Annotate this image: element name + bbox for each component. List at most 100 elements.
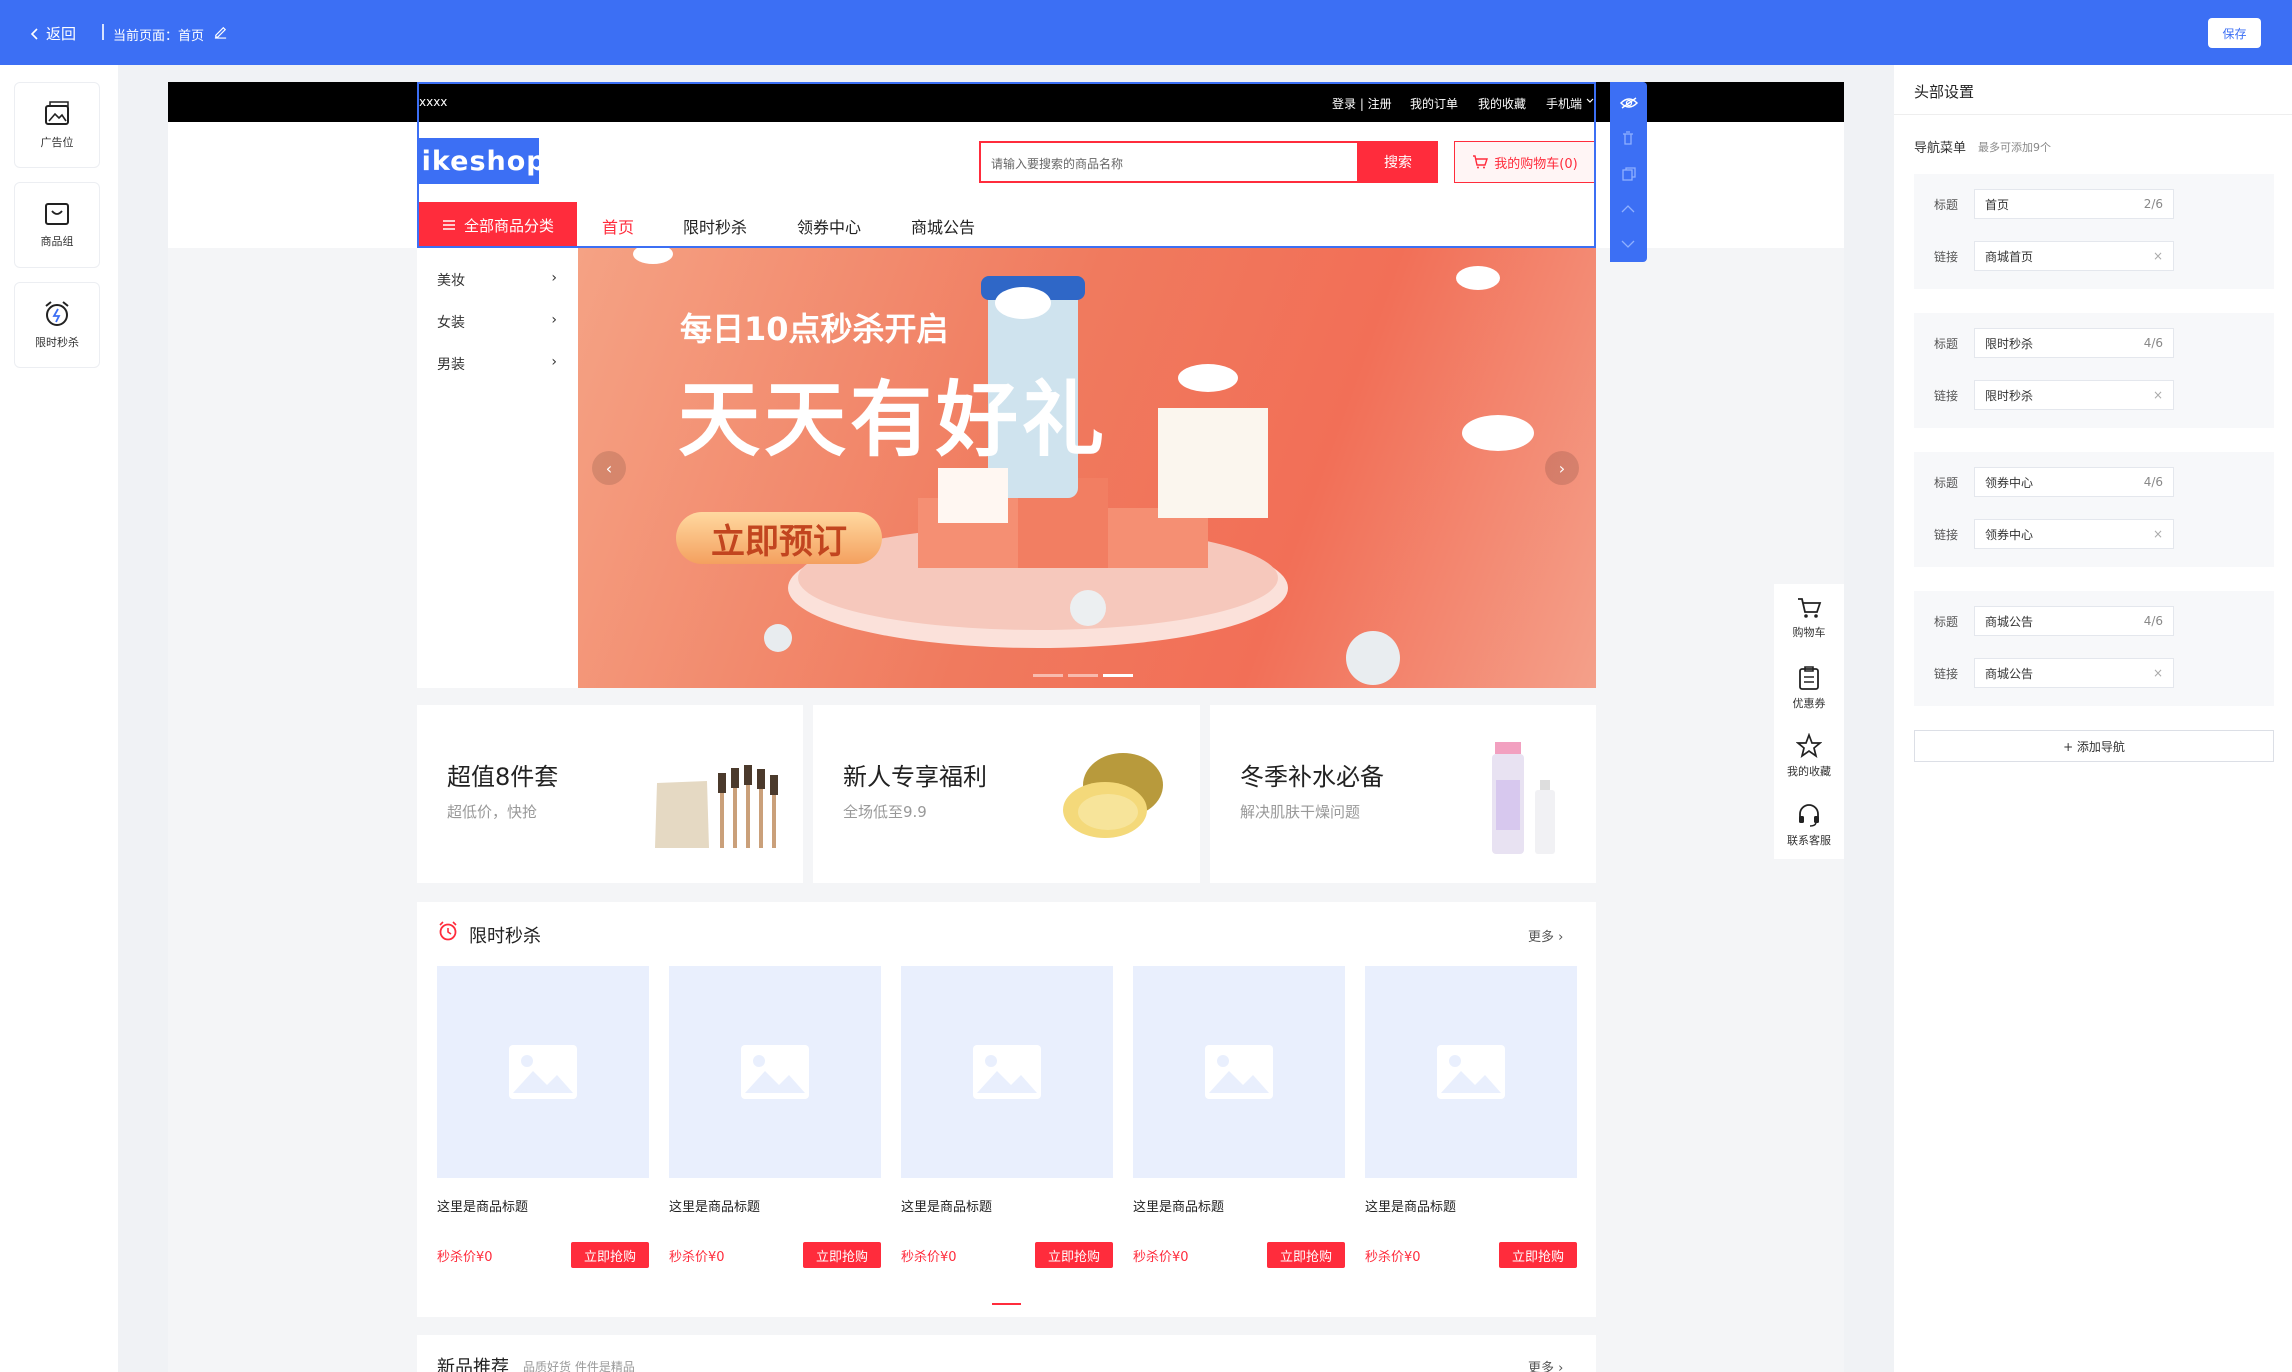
nav-title-input[interactable]: 领券中心 4/6 xyxy=(1974,467,2174,497)
chevron-right-icon: › xyxy=(551,270,557,286)
clear-icon[interactable]: × xyxy=(2153,249,2163,263)
char-count: 4/6 xyxy=(2143,614,2163,628)
widget-label: 广告位 xyxy=(40,136,74,149)
widget-flash-sale[interactable]: 限时秒杀 xyxy=(14,282,100,368)
new-products-subtitle: 品质好货 件件是精品 xyxy=(523,1360,635,1372)
nav-link-select[interactable]: 领券中心 × xyxy=(1974,519,2174,549)
edit-icon[interactable] xyxy=(213,24,228,39)
add-nav-button[interactable]: + 添加导航 xyxy=(1914,730,2274,762)
divider xyxy=(102,24,104,40)
flash-sale-title: 限时秒杀 xyxy=(469,926,541,947)
trash-icon[interactable] xyxy=(1621,130,1635,146)
product-card[interactable]: 这里是商品标题 秒杀价¥0 立即抢购 xyxy=(669,966,881,1268)
banner-dot[interactable] xyxy=(1033,674,1063,677)
promo-card[interactable]: 超值8件套 超低价，快抢 xyxy=(417,705,803,883)
move-up-icon[interactable] xyxy=(1621,204,1635,214)
buy-now-button[interactable]: 立即抢购 xyxy=(571,1242,649,1268)
promo-title: 冬季补水必备 xyxy=(1240,763,1384,791)
float-favorites[interactable]: 我的收藏 xyxy=(1774,733,1844,779)
chevron-right-icon: › xyxy=(551,312,557,328)
nav-menu-label: 导航菜单 xyxy=(1914,141,1967,156)
image-placeholder-icon xyxy=(1205,1045,1273,1099)
banner-dot[interactable] xyxy=(1068,674,1098,677)
widget-goods-group[interactable]: 商品组 xyxy=(14,182,100,268)
title-label: 标题 xyxy=(1934,476,1959,490)
banner-dot-active[interactable] xyxy=(1103,674,1133,677)
input-value: 限时秒杀 xyxy=(1985,388,2034,403)
nav-title-input[interactable]: 限时秒杀 4/6 xyxy=(1974,328,2174,358)
float-label: 优惠券 xyxy=(1792,697,1826,710)
nav-setting-group: 标题 限时秒杀 4/6 链接 限时秒杀 × xyxy=(1914,313,2274,428)
float-coupons[interactable]: 优惠券 xyxy=(1774,665,1844,711)
product-image-placeholder xyxy=(1133,966,1345,1178)
banner-prev-button[interactable]: ‹ xyxy=(592,451,626,485)
nav-link-select[interactable]: 商城首页 × xyxy=(1974,241,2174,271)
promo-subtitle: 超低价，快抢 xyxy=(447,803,538,821)
eye-off-icon[interactable] xyxy=(1619,96,1639,110)
category-label: 女装 xyxy=(437,315,465,331)
buy-now-button[interactable]: 立即抢购 xyxy=(1267,1242,1345,1268)
flash-sale-more-link[interactable]: 更多 › xyxy=(1528,926,1563,945)
category-item[interactable]: 男装 › xyxy=(437,354,557,374)
more-label: 更多 xyxy=(1528,1361,1555,1372)
category-item[interactable]: 女装 › xyxy=(437,312,557,332)
hero-banner[interactable]: 每日10点秒杀开启 天天有好礼 立即预订 ‹ › xyxy=(578,248,1596,688)
banner-cta[interactable]: 立即预订 xyxy=(676,512,882,564)
float-support[interactable]: 联系客服 xyxy=(1774,802,1844,848)
component-toolbar xyxy=(1610,82,1647,262)
divider xyxy=(1894,114,2292,115)
carousel-indicator[interactable] xyxy=(992,1303,1021,1305)
buy-now-button[interactable]: 立即抢购 xyxy=(803,1242,881,1268)
save-button[interactable]: 保存 xyxy=(2208,18,2261,48)
input-value: 限时秒杀 xyxy=(1985,336,2034,351)
input-value: 商城首页 xyxy=(1985,249,2034,264)
buy-now-button[interactable]: 立即抢购 xyxy=(1035,1242,1113,1268)
product-title: 这里是商品标题 xyxy=(1365,1200,1457,1215)
move-down-icon[interactable] xyxy=(1621,239,1635,249)
float-label: 联系客服 xyxy=(1787,834,1831,847)
nav-setting-group: 标题 领券中心 4/6 链接 领券中心 × xyxy=(1914,452,2274,567)
nav-menu-hint: 最多可添加9个 xyxy=(1978,141,2051,154)
coupon-icon xyxy=(1799,666,1819,690)
category-item[interactable]: 美妆 › xyxy=(437,270,557,290)
clear-icon[interactable]: × xyxy=(2153,527,2163,541)
clear-icon[interactable]: × xyxy=(2153,388,2163,402)
widget-ad[interactable]: 广告位 xyxy=(14,82,100,168)
headset-icon xyxy=(1799,804,1819,827)
cart-icon xyxy=(1798,598,1822,618)
link-label: 链接 xyxy=(1934,389,1959,403)
promo-subtitle: 解决肌肤干燥问题 xyxy=(1240,803,1361,821)
promo-card[interactable]: 冬季补水必备 解决肌肤干燥问题 xyxy=(1210,705,1596,883)
nav-link-select[interactable]: 限时秒杀 × xyxy=(1974,380,2174,410)
nav-title-input[interactable]: 首页 2/6 xyxy=(1974,189,2174,219)
editor-topbar: 返回 当前页面：首页 保存 xyxy=(0,0,2292,65)
durian-image xyxy=(1063,753,1163,838)
title-label: 标题 xyxy=(1934,337,1959,351)
clear-icon[interactable]: × xyxy=(2153,666,2163,680)
nav-setting-group: 标题 首页 2/6 链接 商城首页 × xyxy=(1914,174,2274,289)
nav-title-input[interactable]: 商城公告 4/6 xyxy=(1974,606,2174,636)
product-card[interactable]: 这里是商品标题 秒杀价¥0 立即抢购 xyxy=(1365,966,1577,1268)
widget-label: 限时秒杀 xyxy=(35,336,79,349)
promo-card[interactable]: 新人专享福利 全场低至9.9 xyxy=(813,705,1200,883)
banner-subtitle: 每日10点秒杀开启 xyxy=(680,310,949,348)
new-products-more-link[interactable]: 更多 › xyxy=(1528,1357,1563,1372)
product-card[interactable]: 这里是商品标题 秒杀价¥0 立即抢购 xyxy=(1133,966,1345,1268)
copy-icon[interactable] xyxy=(1621,166,1637,182)
product-card[interactable]: 这里是商品标题 秒杀价¥0 立即抢购 xyxy=(901,966,1113,1268)
product-image-placeholder xyxy=(669,966,881,1178)
product-card[interactable]: 这里是商品标题 秒杀价¥0 立即抢购 xyxy=(437,966,649,1268)
alarm-clock-icon xyxy=(45,301,69,326)
float-cart[interactable]: 购物车 xyxy=(1774,596,1844,640)
banner-next-button[interactable]: › xyxy=(1545,451,1579,485)
buy-now-button[interactable]: 立即抢购 xyxy=(1499,1242,1577,1268)
image-placeholder-icon xyxy=(741,1045,809,1099)
nav-link-select[interactable]: 商城公告 × xyxy=(1974,658,2174,688)
image-icon xyxy=(45,101,69,125)
current-page-label: 当前页面：首页 xyxy=(113,29,205,44)
chevron-right-icon: › xyxy=(1558,1361,1564,1372)
title-label: 标题 xyxy=(1934,198,1959,212)
settings-title: 头部设置 xyxy=(1914,83,1975,101)
char-count: 2/6 xyxy=(2143,197,2163,211)
back-button[interactable]: 返回 xyxy=(30,23,76,44)
